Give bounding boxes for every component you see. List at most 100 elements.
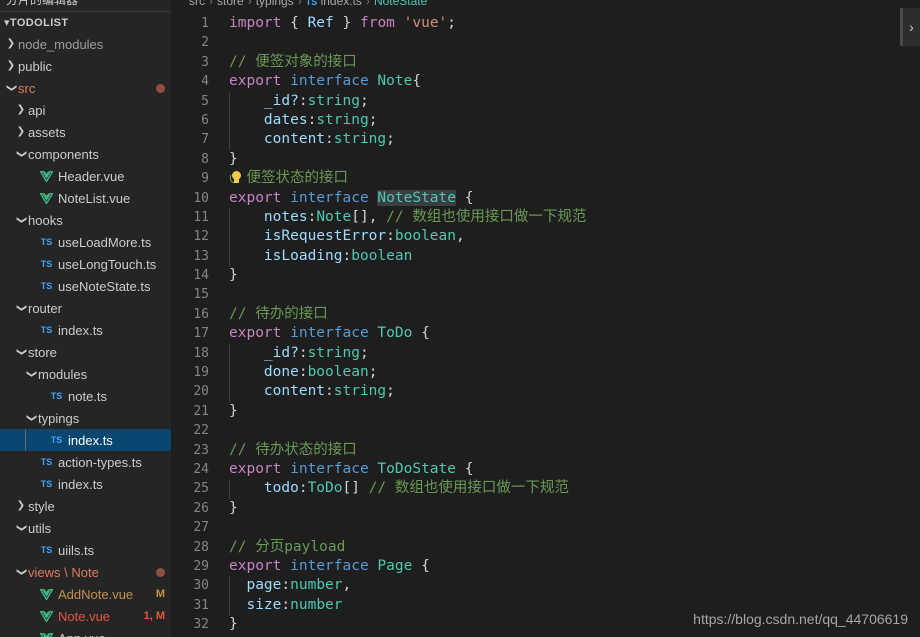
tree-item-header-vue[interactable]: Header.vue — [0, 165, 171, 187]
code-line[interactable]: 28 // 分页payload — [171, 538, 920, 557]
tree-item-index-ts[interactable]: TS index.ts — [0, 429, 171, 451]
typescript-file-icon: TS — [40, 456, 53, 467]
tree-item-label: useNoteState.ts — [58, 278, 151, 294]
code-line[interactable]: 30 page:number, — [171, 576, 920, 597]
code-line[interactable]: 19 done:boolean; — [171, 363, 920, 384]
tree-item-addnote-vue[interactable]: AddNote.vue M — [0, 583, 171, 605]
code-line[interactable]: 18 _id?:string; — [171, 344, 920, 364]
breadcrumb-item-index-ts[interactable]: index.ts — [321, 0, 362, 8]
tree-item-label: index.ts — [58, 322, 103, 338]
code-token: : — [298, 480, 308, 497]
tree-item-node-modules[interactable]: ❯ node_modules — [0, 33, 171, 55]
code-line[interactable]: 32} — [171, 615, 920, 634]
code-line[interactable]: 12 isRequestError:boolean, — [171, 227, 920, 248]
breadcrumb-parts: src › store › typings › TS index.ts › NoteState — [189, 0, 427, 8]
line-number: 23 — [193, 442, 209, 458]
code-token: ; — [386, 131, 395, 148]
code-token: ; — [447, 15, 457, 31]
tree-item-style[interactable]: ❯ style — [0, 495, 171, 517]
tree-item-index-ts[interactable]: TS index.ts — [0, 319, 171, 341]
breadcrumb-item-notestate[interactable]: NoteState — [374, 0, 427, 8]
code-line[interactable]: 4 export interface Note{ — [171, 72, 920, 91]
breadcrumb-item-store[interactable]: store — [217, 0, 244, 8]
tree-item-notelist-vue[interactable]: NoteList.vue — [0, 187, 171, 209]
breadcrumb[interactable]: src › store › typings › TS index.ts › NoteState — [171, 0, 920, 11]
tree-item-index-ts[interactable]: TS index.ts — [0, 473, 171, 495]
code-line[interactable]: 2 — [171, 33, 920, 52]
chevron-right-icon: ❯ — [6, 60, 16, 71]
code-text: export interface ToDo { — [229, 324, 430, 343]
tree-item-public[interactable]: ❯ public — [0, 55, 171, 77]
tree-item-useloadmore-ts[interactable]: TS useLoadMore.ts — [0, 231, 171, 253]
code-content[interactable]: 1 import { Ref } from 'vue'; 2 3// 便签对象的接口 4… — [171, 11, 920, 637]
tree-item-typings[interactable]: ❯ typings — [0, 407, 171, 429]
code-line[interactable]: 15 — [171, 285, 920, 304]
open-editors-panel-toggle[interactable]: › — [900, 8, 920, 46]
code-line[interactable]: 23 // 待办状态的接口 — [171, 441, 920, 460]
code-token: [], — [351, 208, 387, 225]
tree-item-uiils-ts[interactable]: TS uiils.ts — [0, 539, 171, 561]
code-token: todo — [229, 480, 299, 497]
code-line[interactable]: 24 export interface ToDoState { — [171, 460, 920, 479]
tree-item-assets[interactable]: ❯ assets — [0, 121, 171, 143]
code-token: Note — [316, 208, 352, 225]
tree-item-utils[interactable]: ❯ utils — [0, 517, 171, 539]
code-line[interactable]: 25 todo:ToDo[] // 数组也使用接口做一下规范 — [171, 479, 920, 500]
code-line[interactable]: 17 export interface ToDo { — [171, 324, 920, 343]
sidebar-cut-top-row[interactable]: 分片的编辑器 — [0, 0, 171, 11]
code-line[interactable]: 26} — [171, 499, 920, 518]
breadcrumb-item-src[interactable]: src — [189, 0, 205, 8]
code-line[interactable]: 5 _id?:string; — [171, 92, 920, 112]
code-line[interactable]: 11 notes:Note[], // 数组也使用接口做一下规范 — [171, 208, 920, 228]
code-line[interactable]: 16 // 待办的接口 — [171, 305, 920, 324]
code-text: isLoading:boolean — [229, 247, 412, 266]
code-line[interactable]: 1 import { Ref } from 'vue'; — [171, 14, 920, 33]
code-line[interactable]: 7 content:string; — [171, 130, 920, 151]
tree-item-note-ts[interactable]: TS note.ts — [0, 385, 171, 407]
tree-item-components[interactable]: ❯ components — [0, 143, 171, 165]
code-line[interactable]: 13 isLoading:boolean — [171, 247, 920, 267]
code-token: string — [316, 111, 369, 128]
tree-item-note-vue[interactable]: Note.vue 1, M — [0, 605, 171, 627]
code-token: boolean — [394, 228, 456, 245]
tree-item-src[interactable]: ❯ src — [0, 77, 171, 99]
code-line[interactable]: 22 — [171, 421, 920, 440]
tree-item-modules[interactable]: ❯ modules — [0, 363, 171, 385]
vue-file-icon — [38, 192, 55, 204]
code-line[interactable]: 31 size:number — [171, 596, 920, 616]
code-line[interactable]: 29 export interface Page { — [171, 557, 920, 576]
tree-item-usenotestate-ts[interactable]: TS useNoteState.ts — [0, 275, 171, 297]
code-token: : — [298, 364, 308, 381]
code-line[interactable]: 27 — [171, 518, 920, 537]
breadcrumb-item-typings[interactable]: typings — [256, 0, 294, 8]
code-text: content:string; — [229, 382, 395, 401]
tree-item-label: useLoadMore.ts — [58, 234, 152, 250]
line-number: 11 — [193, 209, 209, 225]
tree-item-api[interactable]: ❯ api — [0, 99, 171, 121]
code-text: _id?:string; — [229, 92, 369, 111]
tree-item-hooks[interactable]: ❯ hooks — [0, 209, 171, 231]
code-token: ; — [368, 364, 378, 381]
tree-item-uselongtouch-ts[interactable]: TS useLongTouch.ts — [0, 253, 171, 275]
code-line[interactable]: 9 便签状态的接口 — [171, 169, 920, 188]
tree-item-action-types-ts[interactable]: TS action-types.ts — [0, 451, 171, 473]
code-line[interactable]: 21} — [171, 402, 920, 421]
code-line[interactable]: 14} — [171, 266, 920, 285]
tree-item-store[interactable]: ❯ store — [0, 341, 171, 363]
tree-item-app-vue[interactable]: App.vue — [0, 627, 171, 637]
code-line[interactable]: 8} — [171, 150, 920, 169]
code-token: _id? — [229, 92, 299, 109]
code-line[interactable]: 10 export interface NoteState { — [171, 189, 920, 208]
tree-item-views-note[interactable]: ❯ views \ Note — [0, 561, 171, 583]
code-line[interactable]: 3 // 便签对象的接口 — [171, 53, 920, 72]
chevron-down-icon: ❯ — [16, 215, 27, 225]
code-line[interactable]: 6 dates:string; — [171, 111, 920, 131]
tree-item-router[interactable]: ❯ router — [0, 297, 171, 319]
explorer-section-header-todolist[interactable]: ▾ TODOLIST — [0, 12, 171, 33]
code-line[interactable]: 20 content:string; — [171, 382, 920, 403]
code-text: } — [229, 150, 238, 169]
code-token: : — [325, 383, 334, 400]
line-number: 28 — [193, 539, 209, 555]
code-token: ToDoState — [377, 460, 456, 477]
folder-modified-dot — [156, 567, 165, 577]
